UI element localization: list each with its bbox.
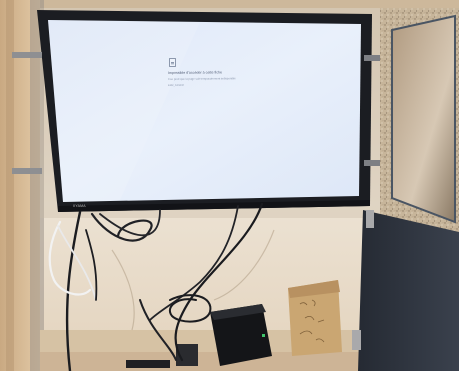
error-subtitle: Il se peut que la page soit temporaireme… [167,76,236,81]
door-hinge-top [366,210,374,228]
monitor-brand-label: IIYAMA [73,204,86,208]
error-code: ERR_FAILED [167,83,184,87]
door-hinge-bottom [352,330,361,350]
page-error-icon [169,58,176,67]
top-frame [0,0,459,8]
wall-bracket-top [12,52,42,58]
floor-device [126,360,170,368]
door-mirror [391,14,456,224]
error-title: Impossible d'accéder à cette fiche [167,70,223,75]
photo-scene [0,0,459,371]
wall-bracket-bottom [12,168,42,174]
door-panel [358,210,459,371]
